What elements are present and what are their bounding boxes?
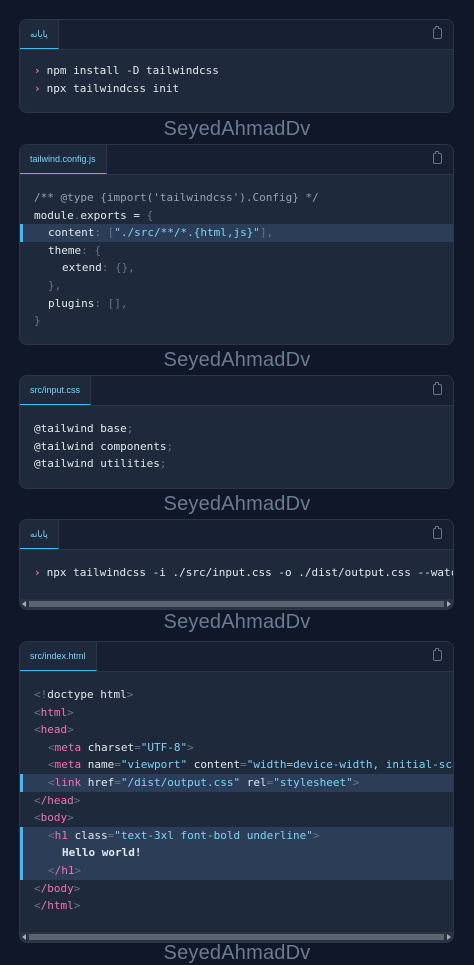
arrow-left-icon[interactable] (22, 934, 26, 940)
code-line: › npm install -D tailwindcss (34, 64, 219, 77)
chevron-right-icon: › (34, 81, 41, 95)
code-line-highlighted: <link href="/dist/output.css" rel="style… (20, 773, 453, 792)
code-line: @tailwind utilities; (34, 457, 167, 471)
code-line-highlighted: content: ["./src/**/*.{html,js}"], (20, 224, 453, 242)
code-line: <body> (34, 811, 74, 825)
code-line: module.exports = { (34, 208, 154, 222)
code-block: <!doctype html> <html> <head> <meta char… (20, 672, 453, 915)
code-line: </body> (34, 881, 81, 895)
tab-bar: پایانه (20, 20, 453, 50)
copy-icon[interactable] (433, 151, 442, 164)
tab-bar: tailwind.config.js (20, 145, 453, 175)
code-line: }, (48, 278, 62, 292)
terminal-panel-1: پایانه › npm install -D tailwindcss › npx … (19, 19, 454, 113)
code-block: › npm install -D tailwindcss › npx tailwin… (20, 50, 453, 97)
tab-bar: src/index.html (20, 642, 453, 672)
code-block: › npx tailwindcss -i ./src/input.css -o .… (20, 550, 453, 582)
code-line-highlighted: </h1> (20, 861, 453, 880)
copy-icon[interactable] (433, 526, 442, 539)
code-block: @tailwind base; @tailwind components; @t… (20, 406, 453, 473)
chevron-right-icon: › (34, 64, 41, 77)
index-html-panel: src/index.html <!doctype html> <html> <h… (19, 641, 454, 943)
code-line: <meta name="viewport" content="width=dev… (48, 758, 454, 772)
chevron-right-icon: › (34, 566, 41, 579)
arrow-left-icon[interactable] (22, 601, 26, 607)
code-line-highlighted: Hello world! (20, 844, 453, 862)
tab-index-html[interactable]: src/index.html (20, 642, 97, 671)
code-line: › npx tailwindcss -i ./src/input.css -o .… (34, 566, 454, 579)
copy-icon[interactable] (433, 26, 442, 39)
config-panel: tailwind.config.js /** @type {import('ta… (19, 144, 454, 345)
code-line: <meta charset="UTF-8"> (48, 740, 194, 754)
code-line: theme: { (48, 243, 101, 257)
watermark: SeyedAhmadDv (163, 611, 311, 633)
code-line: <head> (34, 723, 74, 737)
tab-terminal[interactable]: پایانه (20, 20, 59, 49)
code-line: </html> (34, 899, 81, 913)
arrow-right-icon[interactable] (447, 601, 451, 607)
code-line: extend: {}, (62, 261, 135, 275)
copy-icon[interactable] (433, 382, 442, 395)
code-line: @tailwind base; (34, 422, 134, 435)
code-line: › npx tailwindcss init (34, 81, 180, 95)
watermark: SeyedAhmadDv (163, 493, 311, 515)
copy-icon[interactable] (433, 648, 442, 661)
tab-input-css[interactable]: src/input.css (20, 376, 92, 405)
watermark: SeyedAhmadDv (163, 118, 311, 140)
code-line-highlighted: <h1 class="text-3xl font-bold underline"… (20, 826, 453, 845)
scrollbar-thumb[interactable] (29, 601, 444, 607)
watermark: SeyedAhmadDv (163, 349, 311, 371)
tab-bar: پایانه (20, 520, 453, 550)
input-css-panel: src/input.css @tailwind base; @tailwind … (19, 375, 454, 489)
scrollbar-thumb[interactable] (29, 934, 444, 940)
code-line: @tailwind components; (34, 439, 174, 453)
code-line: <html> (34, 705, 74, 719)
tab-terminal[interactable]: پایانه (20, 520, 59, 549)
terminal-panel-2: پایانه › npx tailwindcss -i ./src/input.c… (19, 519, 454, 610)
code-line: <!doctype html> (34, 688, 134, 701)
code-line: plugins: [], (48, 296, 128, 310)
arrow-right-icon[interactable] (447, 934, 451, 940)
horizontal-scrollbar[interactable] (20, 599, 453, 609)
tab-tailwind-config[interactable]: tailwind.config.js (20, 145, 107, 174)
code-block: /** @type {import('tailwindcss').Config}… (20, 175, 453, 330)
horizontal-scrollbar[interactable] (20, 932, 453, 942)
tab-bar: src/input.css (20, 376, 453, 406)
code-line: </head> (34, 793, 81, 807)
code-line: } (34, 314, 41, 328)
watermark: SeyedAhmadDv (163, 942, 311, 964)
code-line: /** @type {import('tailwindcss').Config}… (34, 191, 319, 204)
